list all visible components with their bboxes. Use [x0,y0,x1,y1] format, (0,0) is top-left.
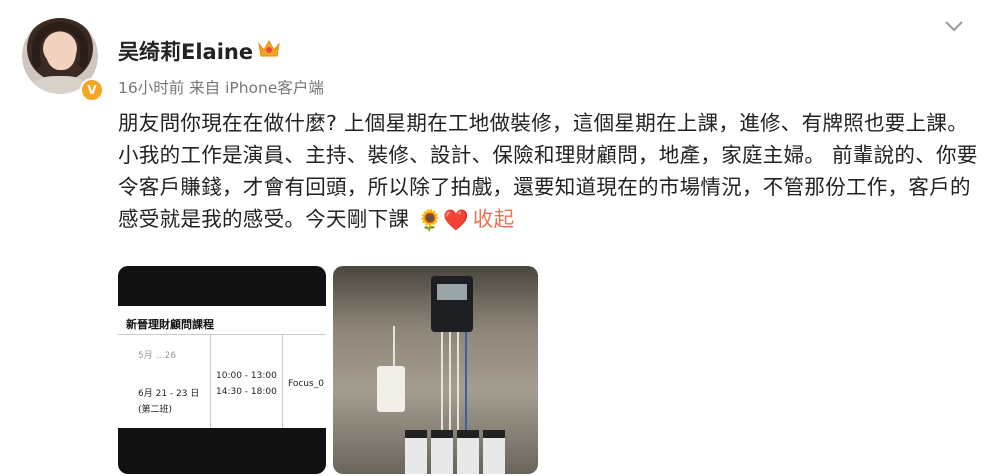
chevron-down-icon[interactable] [944,18,964,34]
wire [457,332,459,432]
post-text: 朋友問你現在在做什麼? 上個星期在工地做裝修，這個星期在上課，進修、有牌照也要上… [118,111,978,231]
post-meta: 16小时前 来自 iPhone客户端 [118,79,324,97]
collapse-link[interactable]: 收起 [473,207,515,231]
time-slot-1: 10:00 - 13:00 [216,371,277,381]
wire [449,332,451,432]
divider [282,334,283,428]
username[interactable]: 吴绮莉Elaine [118,36,253,66]
post-image-electrical-panel[interactable] [333,266,538,474]
course-date: 6月 21 - 23 日 [138,389,200,399]
avatar-face [46,32,76,70]
sunflower-heart-emoji: 🌻❤️ [417,208,469,232]
verified-badge-icon: V [80,78,104,102]
wire [465,332,467,432]
wire [393,326,395,368]
fuse [405,430,427,474]
schedule-paper: 新晉理財顧問課程 5月 …26 6月 21 - 23 日 (第二班) 10:00… [118,306,326,428]
post-image-course-schedule[interactable]: 新晉理財顧問課程 5月 …26 6月 21 - 23 日 (第二班) 10:00… [118,266,326,474]
fuse [457,430,479,474]
date-partial: 5月 …26 [138,351,177,361]
divider [210,334,211,428]
wire [441,332,443,432]
time-slot-2: 14:30 - 18:00 [216,387,277,397]
post-text-block: 朋友問你現在在做什麼? 上個星期在工地做裝修，這個星期在上課，進修、有牌照也要上… [118,107,978,236]
divider [118,334,326,335]
circuit-breaker [377,366,405,412]
crown-icon [258,39,280,57]
venue: Focus_0 [288,379,324,389]
class-label: (第二班) [138,405,173,415]
course-title: 新晉理財顧問課程 [126,318,214,331]
fuse [431,430,453,474]
meter-window [437,284,467,300]
electric-meter [431,276,473,332]
fuse [483,430,505,474]
